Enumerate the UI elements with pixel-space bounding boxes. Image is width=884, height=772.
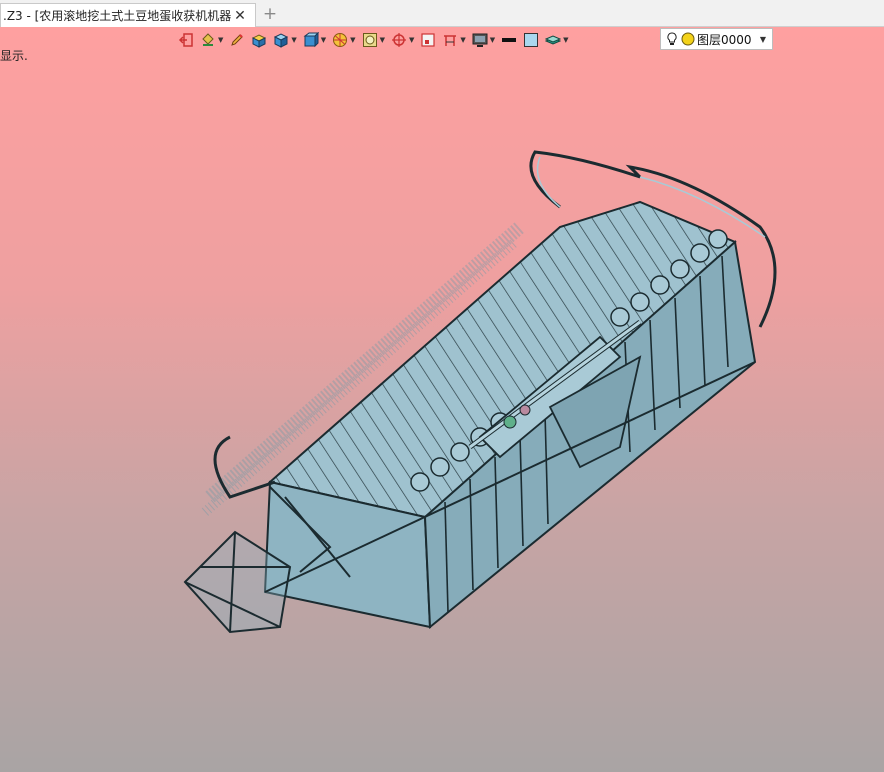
- 3d-viewport[interactable]: 显示. ▼ ▼ ▼ ▼ ▼ ▼ ▼ ▼ ▼ 图层0000 ▼: [0, 27, 884, 772]
- close-tab-icon[interactable]: ✕: [231, 7, 249, 25]
- exit-sketch-icon: [178, 33, 193, 47]
- dropdown-arrow-icon: ▼: [408, 36, 415, 44]
- cube-cut-icon: [303, 32, 319, 48]
- dropdown-arrow-icon: ▼: [350, 36, 356, 44]
- monitor-button[interactable]: ▼: [472, 30, 495, 50]
- target-button[interactable]: ▼: [391, 30, 414, 50]
- line-style-icon: [502, 38, 517, 42]
- display-filter-icon: [362, 33, 377, 47]
- shaded-box-button[interactable]: [251, 30, 267, 50]
- dimension-icon: [444, 35, 457, 46]
- tab-bar: .Z3 - [农用滚地挖土式土豆地蛋收获机机器] ✕ +: [0, 0, 884, 27]
- dropdown-arrow-icon: ▼: [563, 36, 569, 44]
- target-icon: [391, 33, 406, 47]
- status-hint-text: 显示.: [0, 49, 28, 63]
- paint-bucket-icon: [202, 33, 214, 46]
- color-swatch-button[interactable]: [523, 30, 539, 50]
- render-button[interactable]: ▼: [332, 30, 356, 50]
- dropdown-arrow-icon: ▼: [218, 36, 224, 44]
- cube-icon: [274, 33, 289, 48]
- dropdown-arrow-icon: ▼: [291, 36, 297, 44]
- paint-button[interactable]: ▼: [200, 30, 223, 50]
- monitor-icon: [472, 33, 488, 47]
- lightbulb-icon: [667, 32, 677, 45]
- frame-button[interactable]: [420, 30, 436, 50]
- view-toolbar: ▼ ▼ ▼ ▼ ▼ ▼ ▼ ▼ ▼: [178, 29, 575, 51]
- color-swatch-icon: [524, 33, 539, 47]
- box-shaded-icon: [252, 34, 267, 48]
- sphere-render-icon: [333, 33, 348, 47]
- cube-button[interactable]: ▼: [273, 30, 297, 50]
- line-style-button[interactable]: [501, 30, 517, 50]
- document-tab-title: .Z3 - [农用滚地挖土式土豆地蛋收获机机器]: [3, 9, 231, 23]
- dropdown-arrow-icon: ▼: [320, 36, 327, 44]
- layer-status-icon: [681, 32, 695, 46]
- layer-stack-button[interactable]: ▼: [545, 30, 569, 50]
- harvester-model[interactable]: [0, 27, 884, 772]
- layer-name: 图层0000: [697, 32, 752, 47]
- document-tab[interactable]: .Z3 - [农用滚地挖土式土豆地蛋收获机机器] ✕: [0, 3, 256, 27]
- dropdown-arrow-icon: ▼: [460, 36, 466, 44]
- dropdown-arrow-icon: ▼: [379, 36, 385, 44]
- frame-icon: [421, 33, 435, 47]
- exit-sketch-button[interactable]: [178, 30, 194, 50]
- chevron-down-icon[interactable]: ▼: [760, 35, 766, 44]
- cube-cut-button[interactable]: ▼: [303, 30, 326, 50]
- dropdown-arrow-icon: ▼: [489, 36, 496, 44]
- pencil-button[interactable]: [229, 30, 245, 50]
- pencil-icon: [231, 34, 244, 46]
- display-filter-button[interactable]: ▼: [362, 30, 385, 50]
- new-tab-icon[interactable]: +: [262, 5, 278, 23]
- layer-selector[interactable]: 图层0000 ▼: [660, 28, 773, 50]
- layer-stack-icon: [545, 35, 562, 45]
- dimension-button[interactable]: ▼: [442, 30, 466, 50]
